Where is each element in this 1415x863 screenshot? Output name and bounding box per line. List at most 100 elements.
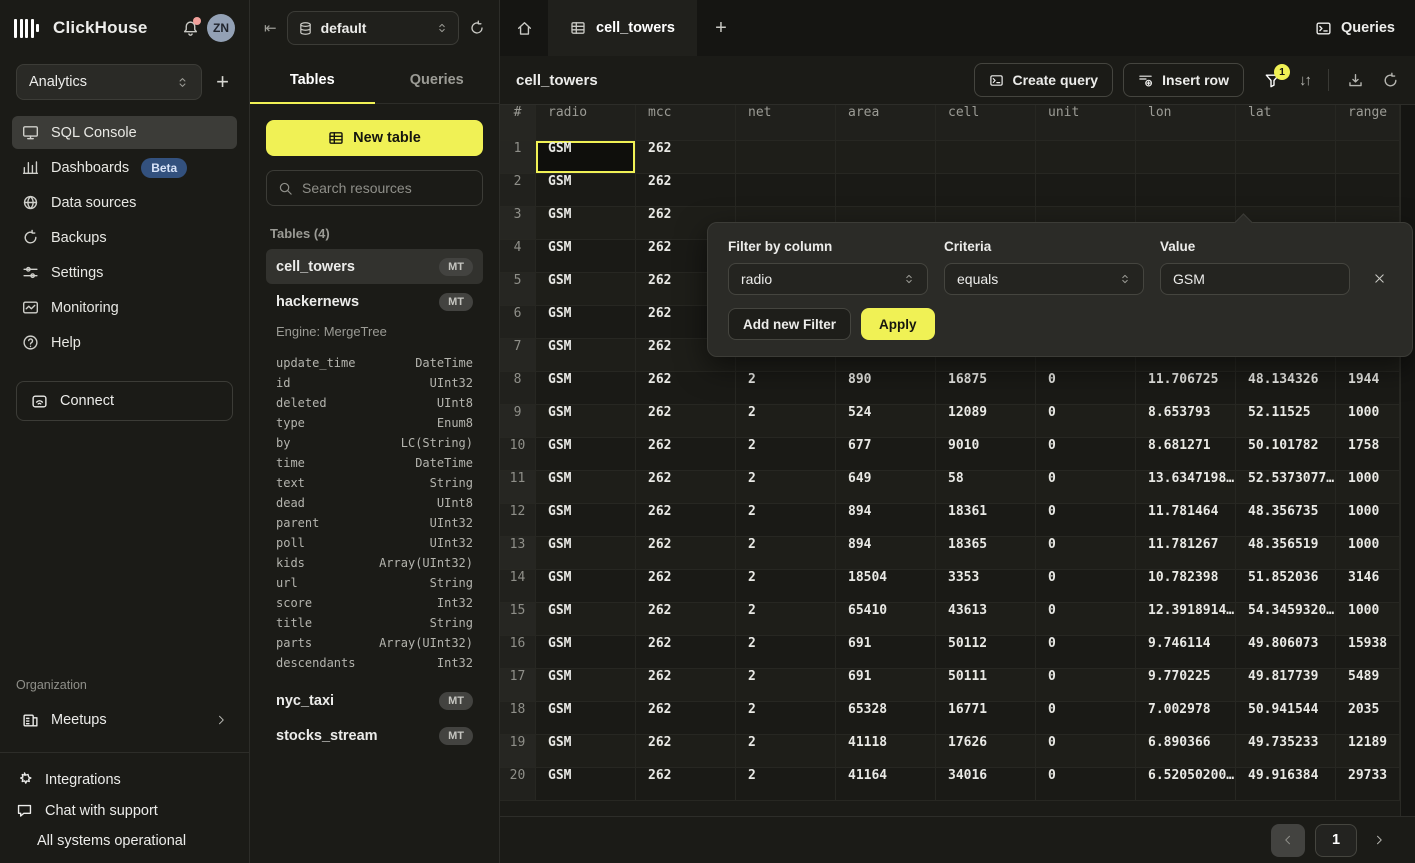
cell-cell[interactable]: 3353 <box>936 570 1036 603</box>
row-number[interactable]: 15 <box>500 603 536 636</box>
cell-cell[interactable]: 18361 <box>936 504 1036 537</box>
row-number[interactable]: 3 <box>500 207 536 240</box>
filter-value-field[interactable] <box>1160 263 1350 295</box>
column-header-lat[interactable]: lat <box>1236 105 1336 141</box>
cell-cell[interactable]: 50111 <box>936 669 1036 702</box>
cell-net[interactable]: 2 <box>736 471 836 504</box>
footer-item-integrations[interactable]: Integrations <box>16 771 233 788</box>
cell-unit[interactable]: 0 <box>1036 603 1136 636</box>
download-button[interactable] <box>1347 72 1364 89</box>
cell-radio[interactable]: GSM <box>536 141 636 174</box>
cell-range[interactable]: 1000 <box>1336 405 1400 438</box>
cell-mcc[interactable]: 262 <box>636 702 736 735</box>
cell-area[interactable]: 894 <box>836 504 936 537</box>
cell-mcc[interactable]: 262 <box>636 471 736 504</box>
cell-range[interactable]: 29733 <box>1336 768 1400 801</box>
cell-unit[interactable]: 0 <box>1036 570 1136 603</box>
cell-mcc[interactable]: 262 <box>636 504 736 537</box>
cell-radio[interactable]: GSM <box>536 735 636 768</box>
cell-net[interactable]: 2 <box>736 372 836 405</box>
cell-unit[interactable]: 0 <box>1036 537 1136 570</box>
cell-lon[interactable]: 12.3918914… <box>1136 603 1236 636</box>
workspace-selector[interactable]: Analytics <box>16 64 202 100</box>
cell-area[interactable]: 691 <box>836 669 936 702</box>
cell-unit[interactable]: 0 <box>1036 438 1136 471</box>
cell-lat[interactable]: 50.101782 <box>1236 438 1336 471</box>
cell-cell[interactable] <box>936 174 1036 207</box>
cell-lat[interactable]: 49.817739 <box>1236 669 1336 702</box>
search-input[interactable] <box>302 180 471 196</box>
add-workspace-button[interactable]: + <box>212 71 233 93</box>
new-table-button[interactable]: New table <box>266 120 483 156</box>
notifications-bell-icon[interactable] <box>182 20 199 37</box>
cell-cell[interactable]: 9010 <box>936 438 1036 471</box>
cell-mcc[interactable]: 262 <box>636 174 736 207</box>
cell-area[interactable]: 65410 <box>836 603 936 636</box>
new-tab-button[interactable]: + <box>697 0 745 56</box>
cell-unit[interactable]: 0 <box>1036 372 1136 405</box>
column-header-mcc[interactable]: mcc <box>636 105 736 141</box>
cell-net[interactable] <box>736 174 836 207</box>
cell-lat[interactable]: 48.356519 <box>1236 537 1336 570</box>
cell-net[interactable]: 2 <box>736 768 836 801</box>
cell-area[interactable]: 677 <box>836 438 936 471</box>
filter-value-input[interactable] <box>1173 271 1337 287</box>
cell-area[interactable]: 65328 <box>836 702 936 735</box>
cell-area[interactable] <box>836 174 936 207</box>
row-number[interactable]: 18 <box>500 702 536 735</box>
cell-lon[interactable]: 7.002978 <box>1136 702 1236 735</box>
previous-page-button[interactable] <box>1271 824 1305 857</box>
cell-lon[interactable]: 8.681271 <box>1136 438 1236 471</box>
sidebar-item-settings[interactable]: Settings <box>12 256 237 289</box>
cell-lon[interactable]: 11.706725 <box>1136 372 1236 405</box>
cell-mcc[interactable]: 262 <box>636 636 736 669</box>
cell-radio[interactable]: GSM <box>536 438 636 471</box>
cell-radio[interactable]: GSM <box>536 603 636 636</box>
cell-lat[interactable]: 52.11525 <box>1236 405 1336 438</box>
row-number[interactable]: 17 <box>500 669 536 702</box>
cell-radio[interactable]: GSM <box>536 636 636 669</box>
cell-cell[interactable]: 43613 <box>936 603 1036 636</box>
row-number[interactable]: 8 <box>500 372 536 405</box>
cell-range[interactable]: 1000 <box>1336 504 1400 537</box>
cell-mcc[interactable]: 262 <box>636 735 736 768</box>
cell-lon[interactable]: 10.782398 <box>1136 570 1236 603</box>
scrollbar-gutter[interactable] <box>1400 105 1415 816</box>
cell-radio[interactable]: GSM <box>536 471 636 504</box>
cell-unit[interactable]: 0 <box>1036 471 1136 504</box>
home-button[interactable] <box>500 0 548 56</box>
column-header-unit[interactable]: unit <box>1036 105 1136 141</box>
apply-filter-button[interactable]: Apply <box>861 308 935 340</box>
insert-row-button[interactable]: Insert row <box>1123 63 1244 97</box>
table-item-hackernews[interactable]: hackernews MT <box>266 284 483 319</box>
cell-lat[interactable]: 49.735233 <box>1236 735 1336 768</box>
column-header-area[interactable]: area <box>836 105 936 141</box>
cell-net[interactable]: 2 <box>736 702 836 735</box>
cell-lon[interactable]: 9.770225 <box>1136 669 1236 702</box>
search-resources[interactable] <box>266 170 483 206</box>
cell-unit[interactable]: 0 <box>1036 702 1136 735</box>
cell-range[interactable] <box>1336 174 1400 207</box>
cell-area[interactable]: 890 <box>836 372 936 405</box>
sort-button[interactable]: ↓↑ <box>1299 72 1310 89</box>
cell-range[interactable]: 1944 <box>1336 372 1400 405</box>
refresh-icon[interactable] <box>469 20 485 36</box>
sidebar-item-dashboards[interactable]: DashboardsBeta <box>12 151 237 184</box>
cell-cell[interactable]: 16875 <box>936 372 1036 405</box>
cell-lat[interactable]: 49.806073 <box>1236 636 1336 669</box>
sidebar-item-sql-console[interactable]: SQL Console <box>12 116 237 149</box>
cell-radio[interactable]: GSM <box>536 372 636 405</box>
column-header-range[interactable]: range <box>1336 105 1400 141</box>
cell-cell[interactable]: 17626 <box>936 735 1036 768</box>
cell-cell[interactable]: 16771 <box>936 702 1036 735</box>
column-header-radio[interactable]: radio <box>536 105 636 141</box>
cell-lon[interactable]: 13.6347198… <box>1136 471 1236 504</box>
refresh-button[interactable] <box>1382 72 1399 89</box>
current-page-indicator[interactable]: 1 <box>1315 824 1357 857</box>
cell-unit[interactable]: 0 <box>1036 768 1136 801</box>
column-header-rownum[interactable]: # <box>500 105 536 141</box>
collapse-panel-icon[interactable]: ⇤ <box>264 19 277 37</box>
cell-area[interactable]: 18504 <box>836 570 936 603</box>
footer-item-all-systems-operational[interactable]: All systems operational <box>16 833 233 849</box>
sidebar-item-monitoring[interactable]: Monitoring <box>12 291 237 324</box>
